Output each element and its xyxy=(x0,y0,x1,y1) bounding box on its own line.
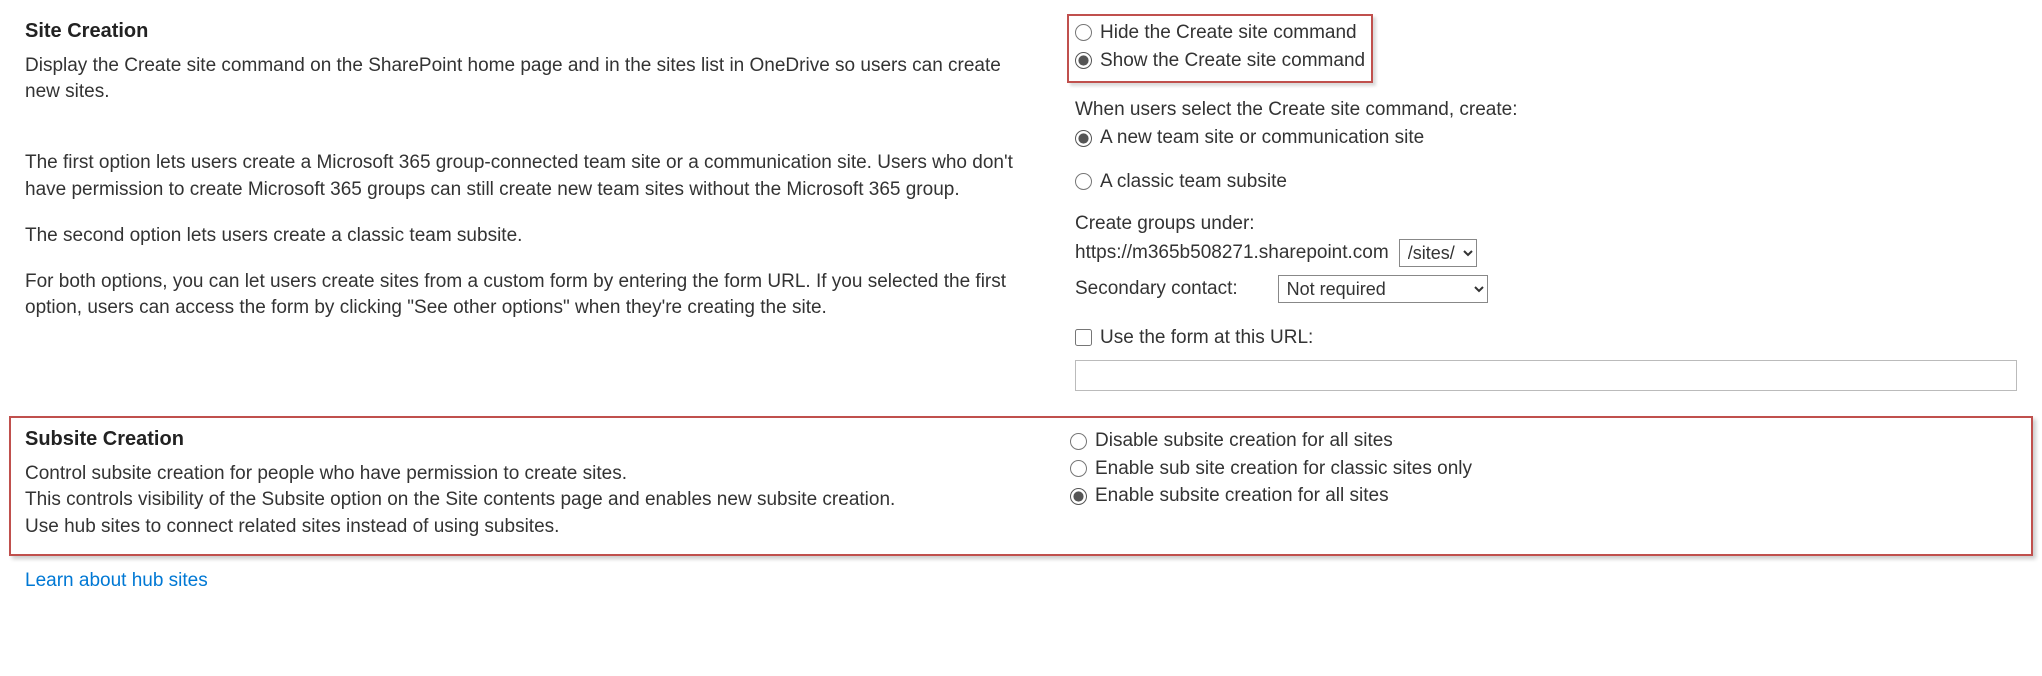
radio-classic-subsite[interactable]: A classic team subsite xyxy=(1075,169,2017,195)
radio-disable-input[interactable] xyxy=(1070,433,1087,450)
radio-classic-input[interactable] xyxy=(1075,173,1092,190)
radio-classic-only-label: Enable sub site creation for classic sit… xyxy=(1095,456,1472,482)
secondary-contact-select[interactable]: Not required xyxy=(1278,275,1488,303)
site-creation-right: Hide the Create site command Show the Cr… xyxy=(1075,20,2017,391)
radio-hide-create[interactable]: Hide the Create site command xyxy=(1075,20,1365,46)
radio-new-team-label: A new team site or communication site xyxy=(1100,125,1424,151)
subsite-heading: Subsite Creation xyxy=(25,428,1030,451)
path-select[interactable]: /sites/ xyxy=(1399,239,1477,267)
radio-show-input[interactable] xyxy=(1075,52,1092,69)
subsite-desc3: Use hub sites to connect related sites i… xyxy=(25,514,1030,540)
site-url-text: https://m365b508271.sharepoint.com xyxy=(1075,242,1389,264)
radio-classic-only-input[interactable] xyxy=(1070,460,1087,477)
use-form-label: Use the form at this URL: xyxy=(1100,325,1313,351)
radio-hide-input[interactable] xyxy=(1075,24,1092,41)
site-creation-section: Site Creation Display the Create site co… xyxy=(25,20,2017,391)
show-hide-highlight: Hide the Create site command Show the Cr… xyxy=(1067,14,1373,83)
secondary-contact-row: Secondary contact: Not required xyxy=(1075,275,2017,303)
radio-enable-all-label: Enable subsite creation for all sites xyxy=(1095,483,1389,509)
radio-new-team-input[interactable] xyxy=(1075,130,1092,147)
site-creation-desc1: Display the Create site command on the S… xyxy=(25,53,1035,105)
radio-hide-label: Hide the Create site command xyxy=(1100,20,1357,46)
site-creation-heading: Site Creation xyxy=(25,20,1035,43)
radio-classic-only-subsite[interactable]: Enable sub site creation for classic sit… xyxy=(1070,456,2017,482)
radio-disable-subsite[interactable]: Disable subsite creation for all sites xyxy=(1070,428,2017,454)
radio-enable-all-input[interactable] xyxy=(1070,488,1087,505)
site-creation-desc2: The first option lets users create a Mic… xyxy=(25,150,1035,202)
radio-show-create[interactable]: Show the Create site command xyxy=(1075,48,1365,74)
learn-hub-sites-link[interactable]: Learn about hub sites xyxy=(25,570,208,591)
radio-disable-label: Disable subsite creation for all sites xyxy=(1095,428,1393,454)
secondary-contact-label: Secondary contact: xyxy=(1075,278,1238,300)
use-form-checkbox[interactable] xyxy=(1075,329,1092,346)
create-groups-under-label: Create groups under: xyxy=(1075,213,2017,235)
form-url-input[interactable] xyxy=(1075,360,2017,391)
subsite-creation-section: Subsite Creation Control subsite creatio… xyxy=(9,416,2033,556)
subsite-desc2: This controls visibility of the Subsite … xyxy=(25,487,1030,513)
use-form-url-check[interactable]: Use the form at this URL: xyxy=(1075,325,2017,351)
subsite-desc1: Control subsite creation for people who … xyxy=(25,461,1030,487)
subsite-right: Disable subsite creation for all sites E… xyxy=(1070,428,2017,540)
radio-classic-label: A classic team subsite xyxy=(1100,169,1287,195)
when-users-label: When users select the Create site comman… xyxy=(1075,99,2017,121)
site-creation-left: Site Creation Display the Create site co… xyxy=(25,20,1035,391)
create-groups-under-row: https://m365b508271.sharepoint.com /site… xyxy=(1075,239,2017,267)
site-creation-desc3: The second option lets users create a cl… xyxy=(25,223,1035,249)
subsite-left: Subsite Creation Control subsite creatio… xyxy=(25,428,1030,540)
radio-enable-all-subsite[interactable]: Enable subsite creation for all sites xyxy=(1070,483,2017,509)
radio-new-team-site[interactable]: A new team site or communication site xyxy=(1075,125,2017,151)
site-creation-desc4: For both options, you can let users crea… xyxy=(25,269,1035,321)
radio-show-label: Show the Create site command xyxy=(1100,48,1365,74)
